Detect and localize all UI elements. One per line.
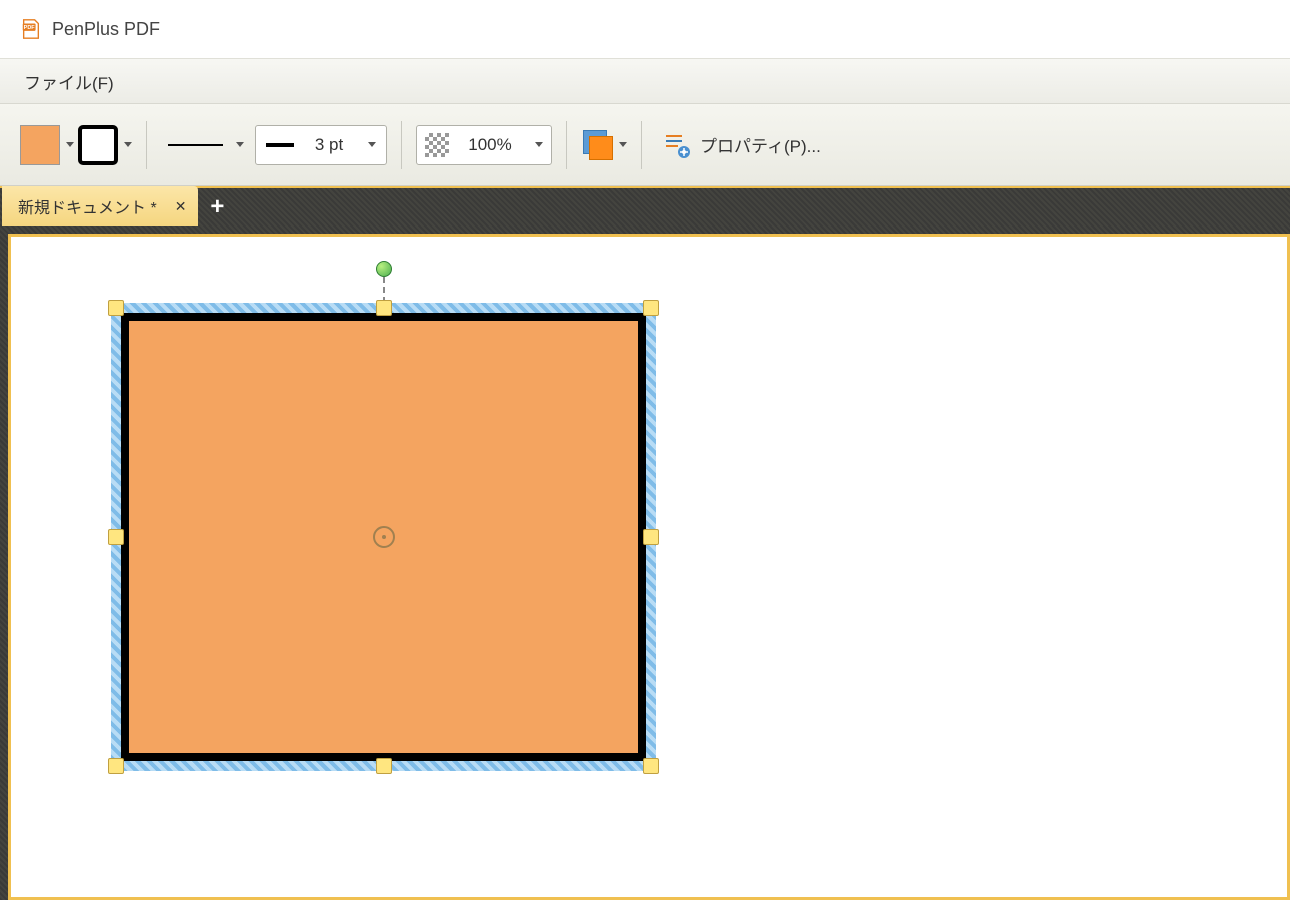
opacity-checker-icon xyxy=(425,133,449,157)
app-pdf-icon: PDF xyxy=(20,18,42,40)
resize-handle-ne[interactable] xyxy=(643,300,659,316)
chevron-down-icon xyxy=(66,142,74,147)
chevron-down-icon xyxy=(124,142,132,147)
properties-label: プロパティ(P)... xyxy=(700,132,821,157)
resize-handle-nw[interactable] xyxy=(108,300,124,316)
line-thick-icon xyxy=(266,143,294,147)
toolbar: 3 pt 100% プロパティ(P)... xyxy=(0,104,1290,186)
resize-handle-e[interactable] xyxy=(643,529,659,545)
opacity-combo[interactable]: 100% xyxy=(416,125,552,165)
fill-swatch-icon xyxy=(20,125,60,165)
resize-handle-se[interactable] xyxy=(643,758,659,774)
properties-button[interactable]: プロパティ(P)... xyxy=(656,126,827,164)
new-tab-button[interactable]: + xyxy=(198,188,236,226)
title-bar: PDF PenPlus PDF xyxy=(0,0,1290,58)
plus-icon: + xyxy=(210,193,224,221)
arrange-button[interactable] xyxy=(581,128,627,162)
chevron-down-icon xyxy=(619,142,627,147)
toolbar-separator xyxy=(146,121,147,169)
menu-file[interactable]: ファイル(F) xyxy=(16,63,122,100)
svg-text:PDF: PDF xyxy=(24,25,36,31)
line-style-button[interactable] xyxy=(161,125,251,165)
layer-icon xyxy=(581,128,615,162)
chevron-down-icon xyxy=(368,142,376,147)
canvas-area xyxy=(0,226,1290,900)
toolbar-separator xyxy=(641,121,642,169)
outline-style-button[interactable] xyxy=(78,125,132,165)
resize-handle-n[interactable] xyxy=(376,300,392,316)
tab-bar: 新規ドキュメント * ✕ + xyxy=(0,186,1290,226)
line-weight-value: 3 pt xyxy=(315,135,343,155)
outline-swatch-icon xyxy=(78,125,118,165)
resize-handle-sw[interactable] xyxy=(108,758,124,774)
line-weight-combo[interactable]: 3 pt xyxy=(255,125,387,165)
app-title: PenPlus PDF xyxy=(52,19,160,40)
canvas[interactable] xyxy=(11,237,1287,897)
chevron-down-icon xyxy=(236,142,244,147)
properties-icon xyxy=(662,130,692,160)
selected-shape[interactable] xyxy=(111,303,656,771)
center-mark-icon xyxy=(373,526,395,548)
chevron-down-icon xyxy=(535,142,543,147)
menu-bar: ファイル(F) xyxy=(0,58,1290,104)
toolbar-separator xyxy=(401,121,402,169)
canvas-frame xyxy=(8,234,1290,900)
fill-color-button[interactable] xyxy=(20,125,74,165)
line-sample-icon xyxy=(168,144,223,146)
tab-active-document[interactable]: 新規ドキュメント * ✕ xyxy=(2,186,198,226)
fill-color-group xyxy=(20,125,132,165)
close-icon[interactable]: ✕ xyxy=(175,198,187,215)
tab-label: 新規ドキュメント * xyxy=(18,194,157,218)
rectangle-shape[interactable] xyxy=(121,313,646,761)
rotate-handle[interactable] xyxy=(376,261,392,277)
resize-handle-s[interactable] xyxy=(376,758,392,774)
toolbar-separator xyxy=(566,121,567,169)
resize-handle-w[interactable] xyxy=(108,529,124,545)
opacity-value: 100% xyxy=(468,135,511,155)
line-group: 3 pt xyxy=(161,125,387,165)
